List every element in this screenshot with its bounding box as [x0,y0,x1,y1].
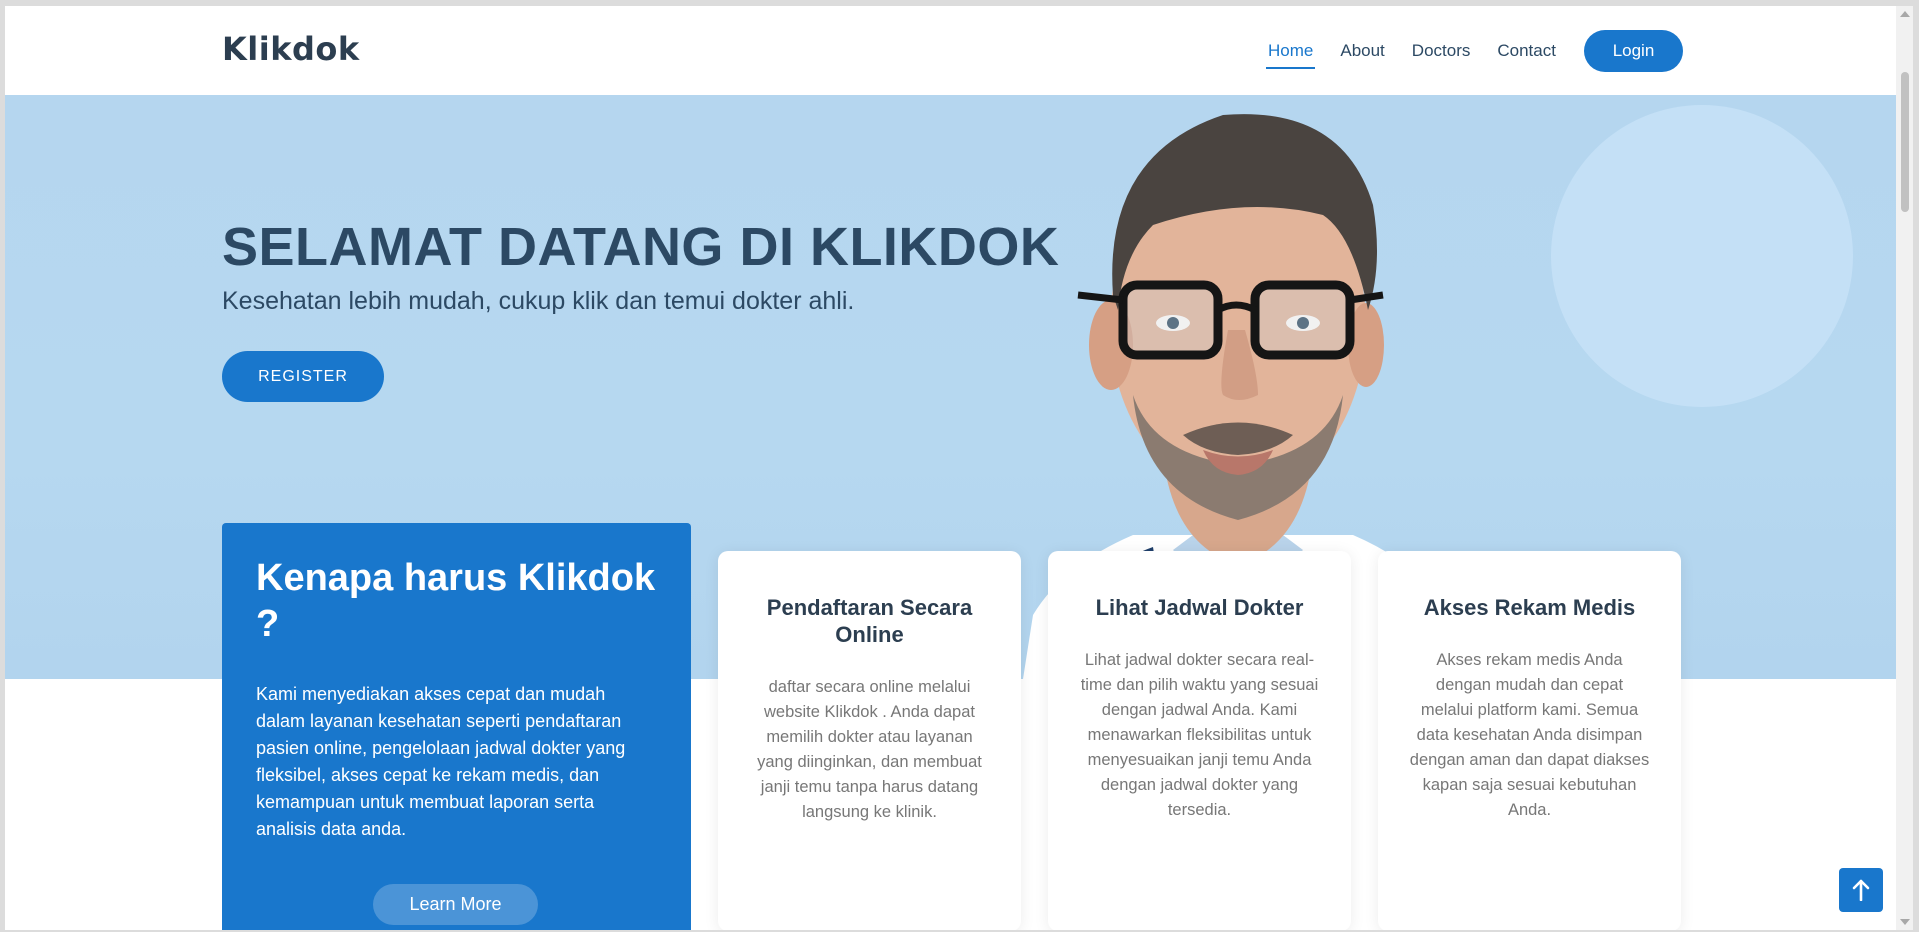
arrow-up-icon [1852,879,1870,901]
feature-card-medical-records: Akses Rekam Medis Akses rekam medis Anda… [1378,551,1681,930]
why-klikdok-box: Kenapa harus Klikdok ? Kami menyediakan … [222,523,691,930]
feature-card-online-registration: Pendaftaran Secara Online daftar secara … [718,551,1021,930]
nav-item-about[interactable]: About [1340,41,1384,61]
login-button[interactable]: Login [1584,30,1683,72]
scroll-up-arrow-icon[interactable] [1900,11,1910,17]
card-text: daftar secara online melalui website Kli… [757,678,982,821]
main-nav: Home About Doctors Contact [1265,6,1583,95]
page-scrollbar[interactable] [1896,6,1913,930]
card-title: Lihat Jadwal Dokter [1095,595,1304,620]
card-title: Pendaftaran Secara Online [766,595,973,647]
hero-title: SELAMAT DATANG DI KLIKDOK [222,217,1060,277]
browser-page: SELAMAT DATANG DI KLIKDOK Kesehatan lebi… [5,6,1896,930]
card-text: Akses rekam medis Anda dengan mudah dan … [1409,651,1650,819]
nav-item-contact[interactable]: Contact [1497,41,1556,61]
decorative-circle [1551,105,1853,407]
scroll-down-arrow-icon[interactable] [1900,919,1910,925]
why-title: Kenapa harus Klikdok ? [256,557,656,645]
register-button[interactable]: REGISTER [222,351,384,402]
why-description: Kami menyediakan akses cepat dan mudah d… [256,684,626,839]
feature-card-doctor-schedule: Lihat Jadwal Dokter Lihat jadwal dokter … [1048,551,1351,930]
nav-item-home[interactable]: Home [1265,41,1316,69]
nav-item-doctors[interactable]: Doctors [1412,41,1471,61]
learn-more-button[interactable]: Learn More [373,884,538,925]
card-title: Akses Rekam Medis [1423,595,1636,620]
site-header: Klikdok Home About Doctors Contact Login [5,6,1896,95]
card-text: Lihat jadwal dokter secara real-time dan… [1080,651,1319,819]
back-to-top-button[interactable] [1839,868,1883,912]
site-logo[interactable]: Klikdok [222,30,360,68]
scrollbar-thumb[interactable] [1901,72,1909,212]
hero-subtitle: Kesehatan lebih mudah, cukup klik dan te… [222,287,855,315]
